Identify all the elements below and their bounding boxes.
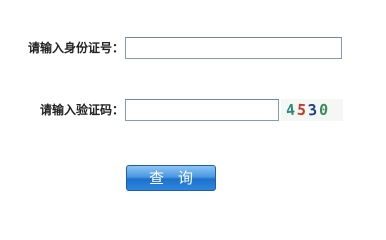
captcha-digit: 0: [318, 100, 331, 120]
id-number-label: 请输入身份证号：: [27, 41, 124, 55]
id-number-input[interactable]: [125, 37, 342, 59]
captcha-row: 请输入验证码： 4530: [0, 98, 386, 122]
captcha-image[interactable]: 4530: [281, 99, 343, 121]
captcha-label: 请输入验证码：: [39, 103, 124, 117]
query-button[interactable]: 查询: [126, 165, 216, 191]
captcha-input[interactable]: [125, 99, 279, 121]
id-number-row: 请输入身份证号：: [0, 36, 386, 60]
